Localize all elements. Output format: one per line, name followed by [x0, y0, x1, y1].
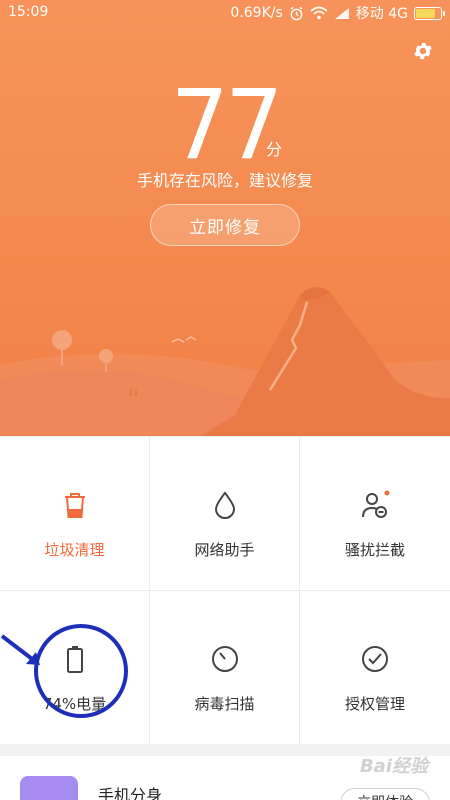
status-right: 0.69K/s 移动 4G	[230, 3, 445, 23]
risk-message: 手机存在风险，建议修复	[136, 171, 313, 190]
net-speed: 0.69K/s	[230, 5, 283, 21]
status-time: 15:09	[8, 4, 49, 20]
grid-item-label: 病毒扫描	[194, 695, 255, 713]
try-now-button[interactable]: 立即体验	[340, 788, 430, 800]
grid-item-permissions[interactable]: 授权管理	[300, 591, 450, 745]
status-battery-icon	[414, 6, 445, 20]
security-header: 15:09 0.69K/s 移动 4G 77 分 手机存在风险，建议修复 立即修…	[0, 0, 450, 436]
grid-item-label: 网络助手	[194, 541, 255, 559]
battery-fill	[416, 8, 436, 18]
grid-item-label: 74%电量	[42, 695, 107, 713]
volcano-illustration	[0, 286, 450, 436]
grid-item-virus-scan[interactable]: 病毒扫描	[150, 591, 300, 745]
user-block-icon	[362, 490, 390, 518]
grid-item-label: 骚扰拦截	[344, 541, 405, 559]
check-circle-icon	[362, 646, 388, 672]
score-area: 77 分	[0, 69, 450, 182]
dual-apps-title: 手机分身	[98, 786, 163, 800]
wifi-icon	[310, 6, 328, 20]
carrier: 移动 4G	[355, 6, 408, 22]
grid-item-harassment[interactable]: 骚扰拦截	[300, 437, 450, 591]
grid-item-battery[interactable]: 74%电量	[0, 591, 150, 745]
grid-item-network[interactable]: 网络助手	[150, 437, 300, 591]
dual-apps-icon	[20, 776, 78, 800]
trash-icon	[64, 493, 85, 518]
watermark: Bai经验	[359, 756, 428, 777]
feature-grid: 垃圾清理 网络助手 骚扰拦截 74%电量 病毒扫描 授权管理	[0, 436, 450, 745]
grid-item-label: 授权管理	[344, 695, 405, 713]
fix-now-button[interactable]: 立即修复	[150, 204, 300, 246]
scan-timer-icon	[211, 646, 238, 672]
signal-icon	[334, 7, 349, 19]
grid-item-label: 垃圾清理	[44, 541, 105, 559]
battery-icon	[66, 646, 83, 673]
grid-item-cleanup[interactable]: 垃圾清理	[0, 437, 150, 591]
security-score: 77	[170, 69, 283, 182]
droplet-icon	[214, 491, 235, 519]
gear-icon[interactable]	[412, 40, 434, 62]
status-bar: 15:09 0.69K/s 移动 4G	[0, 0, 450, 26]
score-unit: 分	[266, 140, 283, 159]
alarm-icon	[290, 6, 303, 20]
